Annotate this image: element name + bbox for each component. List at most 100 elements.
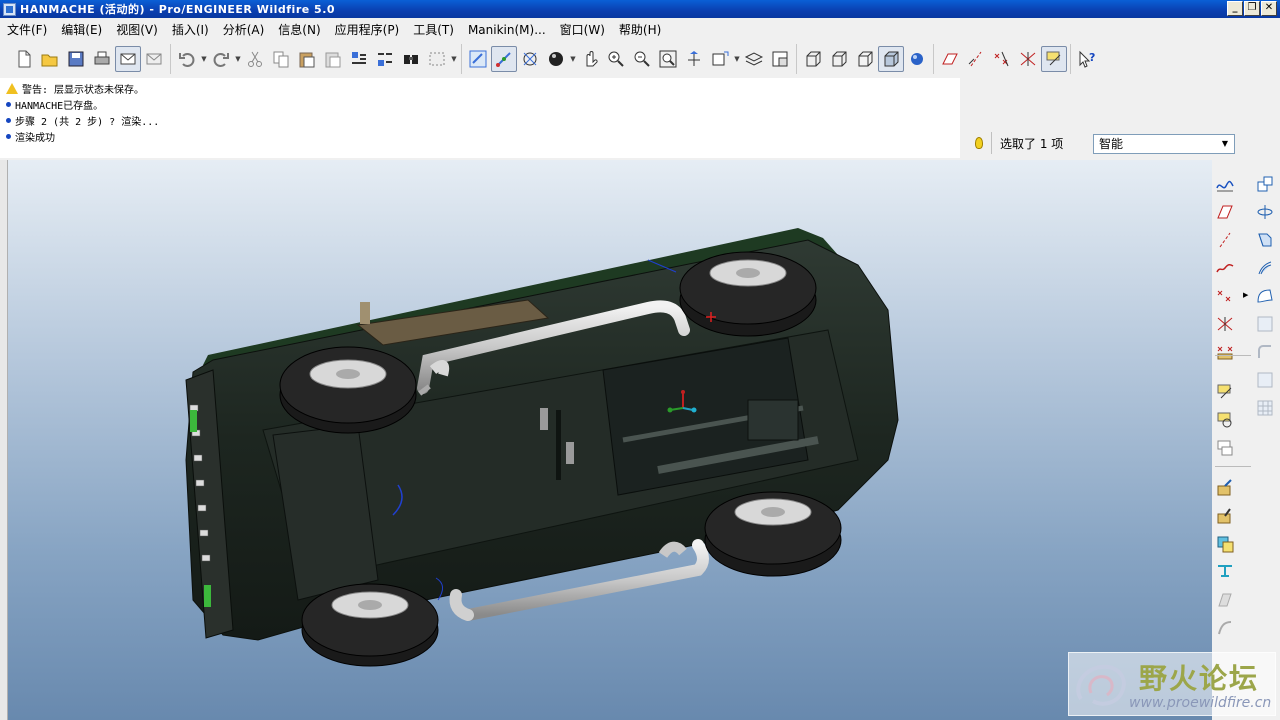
email-icon[interactable] bbox=[115, 46, 141, 72]
selection-filter-select[interactable]: 智能 ▼ bbox=[1093, 134, 1235, 154]
spin-center-icon[interactable] bbox=[491, 46, 517, 72]
annotation-icon[interactable] bbox=[1041, 46, 1067, 72]
revolve-dropdown-icon[interactable]: ▶ bbox=[1243, 291, 1248, 299]
new-file-icon[interactable] bbox=[11, 46, 37, 72]
datum-plane-icon[interactable] bbox=[1253, 172, 1277, 196]
datum-toolbar-group bbox=[933, 44, 1070, 74]
trim-icon[interactable] bbox=[1213, 504, 1237, 528]
draft-icon[interactable] bbox=[1253, 368, 1277, 392]
restore-button[interactable]: ❐ bbox=[1244, 1, 1260, 16]
menu-info[interactable]: 信息(N) bbox=[271, 21, 327, 38]
solidify-icon[interactable] bbox=[1213, 616, 1237, 640]
select-box-icon[interactable] bbox=[424, 46, 450, 72]
undo-icon[interactable] bbox=[174, 46, 200, 72]
paste-icon[interactable] bbox=[294, 46, 320, 72]
thicken-icon[interactable] bbox=[1213, 588, 1237, 612]
wheel[interactable] bbox=[279, 346, 417, 434]
saved-views-dropdown-icon[interactable]: ▼ bbox=[733, 55, 741, 63]
cut-icon[interactable] bbox=[242, 46, 268, 72]
wheel[interactable] bbox=[679, 251, 817, 337]
menu-help[interactable]: 帮助(H) bbox=[612, 21, 668, 38]
shading-icon[interactable] bbox=[878, 46, 904, 72]
close-button[interactable]: ✕ bbox=[1261, 1, 1277, 16]
variable-section-sweep-icon[interactable] bbox=[1253, 284, 1277, 308]
forum-watermark: 野火论坛 www.proewildfire.cn bbox=[1068, 652, 1276, 716]
help-toolbar-group: ? bbox=[1070, 44, 1103, 74]
revolve-icon[interactable] bbox=[1213, 284, 1237, 308]
datum-point-icon[interactable] bbox=[1213, 228, 1237, 252]
datum-axes-icon[interactable] bbox=[963, 46, 989, 72]
reorient-icon[interactable] bbox=[681, 46, 707, 72]
email-link-icon[interactable] bbox=[141, 46, 167, 72]
zoom-in-icon[interactable] bbox=[603, 46, 629, 72]
redo-dropdown-icon[interactable]: ▼ bbox=[234, 55, 242, 63]
open-folder-icon[interactable] bbox=[37, 46, 63, 72]
round-icon[interactable] bbox=[1253, 340, 1277, 364]
mirror-icon[interactable] bbox=[1213, 436, 1237, 460]
window-controls: _ ❐ ✕ bbox=[1227, 1, 1277, 16]
extrude-icon[interactable] bbox=[1253, 256, 1277, 280]
find-icon[interactable] bbox=[398, 46, 424, 72]
navigator-sash[interactable] bbox=[0, 160, 8, 720]
rib-icon[interactable] bbox=[1213, 408, 1237, 432]
appearance-dropdown-icon[interactable]: ▼ bbox=[569, 55, 577, 63]
layers-icon[interactable] bbox=[741, 46, 767, 72]
pattern-icon[interactable] bbox=[1253, 396, 1277, 420]
style-icon[interactable] bbox=[1253, 312, 1277, 336]
appearance-icon[interactable] bbox=[543, 46, 569, 72]
menu-window[interactable]: 窗口(W) bbox=[553, 21, 612, 38]
menu-manikin[interactable]: Manikin(M)... bbox=[461, 23, 553, 37]
offset-icon[interactable] bbox=[1213, 560, 1237, 584]
datum-axis-icon[interactable] bbox=[1213, 200, 1237, 224]
undo-dropdown-icon[interactable]: ▼ bbox=[200, 55, 208, 63]
paste-special-icon[interactable] bbox=[320, 46, 346, 72]
menu-applications[interactable]: 应用程序(P) bbox=[328, 21, 407, 38]
enhanced-realism-icon[interactable] bbox=[904, 46, 930, 72]
shell-icon[interactable] bbox=[1213, 380, 1237, 404]
redraw-icon[interactable] bbox=[465, 46, 491, 72]
title-bar: HANMACHE (活动的) - Pro/ENGINEER Wildfire 5… bbox=[0, 0, 1280, 18]
hidden-line-icon[interactable] bbox=[826, 46, 852, 72]
datum-curve-icon[interactable] bbox=[1253, 200, 1277, 224]
select-dropdown-icon[interactable]: ▼ bbox=[450, 55, 458, 63]
whats-this-icon[interactable]: ? bbox=[1074, 46, 1100, 72]
menu-analysis[interactable]: 分析(A) bbox=[216, 21, 272, 38]
view-manager-icon[interactable] bbox=[767, 46, 793, 72]
regen-manager-icon[interactable] bbox=[372, 46, 398, 72]
lightbulb-icon[interactable] bbox=[975, 137, 983, 149]
regenerate-icon[interactable] bbox=[346, 46, 372, 72]
extend-icon[interactable] bbox=[1213, 532, 1237, 556]
csys-icon[interactable] bbox=[1015, 46, 1041, 72]
saved-views-icon[interactable] bbox=[707, 46, 733, 72]
no-hidden-icon[interactable] bbox=[852, 46, 878, 72]
datum-csys-icon[interactable] bbox=[1253, 228, 1277, 252]
graphics-window[interactable] bbox=[8, 160, 1212, 720]
redo-icon[interactable] bbox=[208, 46, 234, 72]
wheel[interactable] bbox=[704, 491, 842, 577]
boundary-blend-icon[interactable] bbox=[1213, 312, 1237, 336]
print-icon[interactable] bbox=[89, 46, 115, 72]
wireframe-icon[interactable] bbox=[800, 46, 826, 72]
refit-icon[interactable] bbox=[655, 46, 681, 72]
wheel[interactable] bbox=[301, 583, 439, 667]
menu-edit[interactable]: 编辑(E) bbox=[54, 21, 109, 38]
analysis-icon[interactable] bbox=[1213, 256, 1237, 280]
minimize-button[interactable]: _ bbox=[1227, 1, 1243, 16]
menu-view[interactable]: 视图(V) bbox=[109, 21, 165, 38]
merge-icon[interactable] bbox=[1213, 476, 1237, 500]
orient-mode-icon[interactable] bbox=[517, 46, 543, 72]
zoom-out-icon[interactable] bbox=[629, 46, 655, 72]
menu-tools[interactable]: 工具(T) bbox=[406, 21, 461, 38]
pan-icon[interactable] bbox=[577, 46, 603, 72]
save-icon[interactable] bbox=[63, 46, 89, 72]
menu-insert[interactable]: 插入(I) bbox=[165, 21, 216, 38]
datum-points-icon[interactable] bbox=[989, 46, 1015, 72]
datum-planes-icon[interactable] bbox=[937, 46, 963, 72]
chevron-down-icon: ▼ bbox=[1221, 139, 1228, 148]
copy-icon[interactable] bbox=[268, 46, 294, 72]
menu-file[interactable]: 文件(F) bbox=[0, 21, 54, 38]
car-model[interactable] bbox=[8, 160, 1212, 720]
hole-icon[interactable] bbox=[1213, 340, 1237, 364]
svg-text:?: ? bbox=[1089, 51, 1095, 64]
sketch-icon[interactable] bbox=[1213, 172, 1237, 196]
